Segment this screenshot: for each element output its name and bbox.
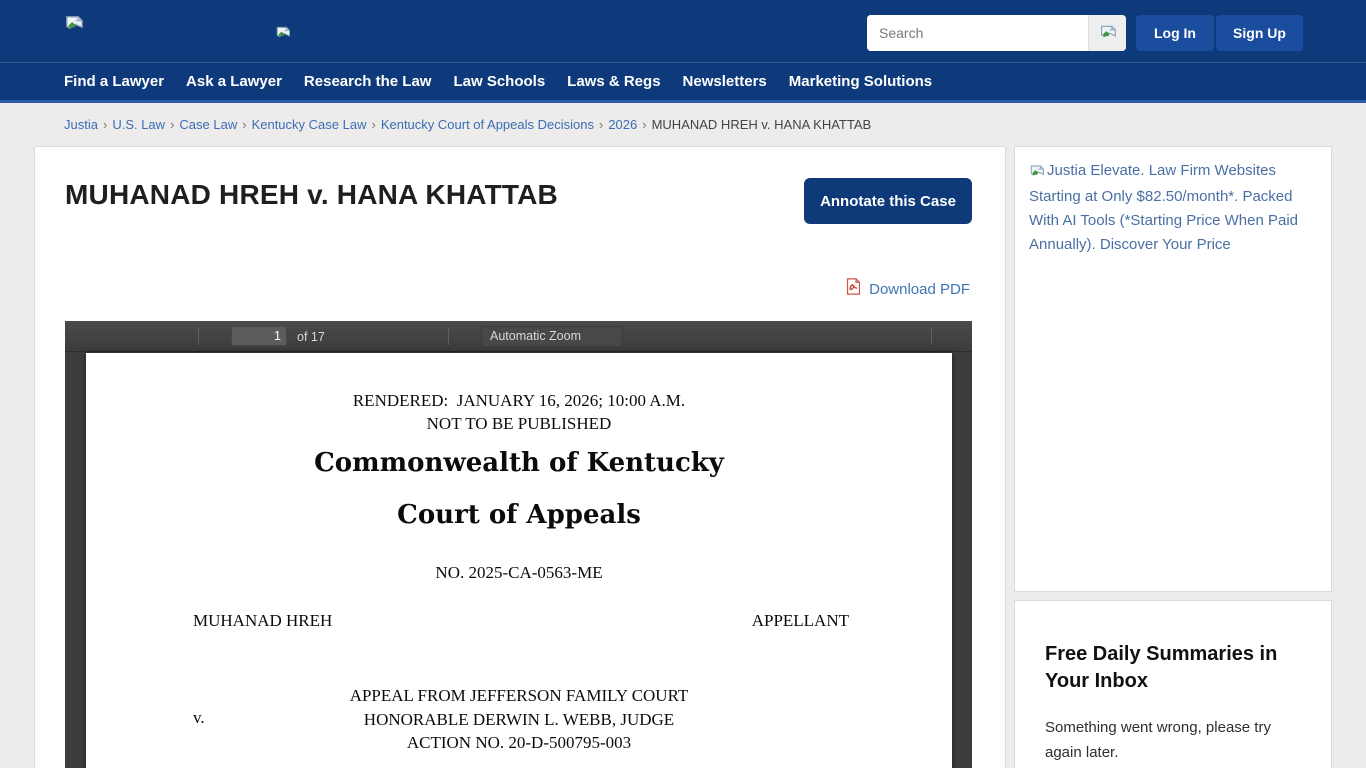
breadcrumb-separator: ›	[237, 117, 251, 132]
sidebar-ad[interactable]: Justia Elevate. Law Firm Websites Starti…	[1014, 146, 1332, 592]
breadcrumb-current-case: MUHANAD HREH v. HANA KHATTAB	[652, 117, 872, 132]
doc-not-published-line: NOT TO BE PUBLISHED	[86, 412, 952, 435]
pdf-viewer: of 17 Automatic Zoom RENDERED: JANUARY 1…	[65, 321, 972, 768]
site-header: Log In Sign Up Find a Lawyer Ask a Lawye…	[0, 0, 1366, 103]
ad-alt-text-label: Justia Elevate. Law Firm Websites Starti…	[1029, 162, 1298, 253]
doc-rendered-line: RENDERED: JANUARY 16, 2026; 10:00 A.M.	[86, 389, 952, 412]
breadcrumb-separator: ›	[165, 117, 179, 132]
nav-item-research-the-law[interactable]: Research the Law	[304, 73, 432, 90]
breadcrumb-link-court-of-appeals-decisions[interactable]: Kentucky Court of Appeals Decisions	[381, 117, 594, 132]
newsletter-signup-box: Free Daily Summaries in Your Inbox Somet…	[1014, 600, 1332, 768]
breadcrumb-link-us-law[interactable]: U.S. Law	[112, 117, 165, 132]
download-pdf-link[interactable]: Download PDF	[845, 277, 970, 301]
newsletter-title: Free Daily Summaries in Your Inbox	[1045, 641, 1301, 695]
secondary-logo-broken-image-icon	[275, 25, 291, 44]
doc-appeal-line: ACTION NO. 20-D-500795-003	[86, 731, 952, 755]
ad-alt-text[interactable]: Justia Elevate. Law Firm Websites Starti…	[1029, 159, 1317, 257]
breadcrumb-separator: ›	[366, 117, 380, 132]
pdf-toolbar: of 17 Automatic Zoom	[65, 321, 972, 352]
doc-versus: v.	[193, 708, 205, 728]
ad-broken-image-icon	[1029, 161, 1045, 185]
newsletter-error-message: Something went wrong, please try again l…	[1045, 715, 1301, 765]
nav-item-marketing-solutions[interactable]: Marketing Solutions	[789, 73, 932, 90]
breadcrumb-link-case-law[interactable]: Case Law	[179, 117, 237, 132]
nav-item-find-a-lawyer[interactable]: Find a Lawyer	[64, 73, 164, 90]
case-content-card: MUHANAD HREH v. HANA KHATTAB Annotate th…	[34, 146, 1006, 768]
doc-parties-row: MUHANAD HREH APPELLANT	[86, 611, 952, 631]
doc-commonwealth-heading: Commonwealth of Kentucky	[86, 448, 952, 478]
annotate-case-button[interactable]: Annotate this Case	[804, 178, 972, 224]
breadcrumb-link-kentucky-case-law[interactable]: Kentucky Case Law	[252, 117, 367, 132]
breadcrumb-separator: ›	[637, 117, 651, 132]
nav-item-newsletters[interactable]: Newsletters	[683, 73, 767, 90]
toolbar-separator	[448, 328, 449, 345]
search-input[interactable]	[867, 15, 1088, 51]
breadcrumb: Justia›U.S. Law›Case Law›Kentucky Case L…	[64, 117, 871, 132]
pdf-file-icon	[845, 277, 862, 301]
signup-button[interactable]: Sign Up	[1216, 15, 1303, 51]
doc-appeal-block: v. APPEAL FROM JEFFERSON FAMILY COURT HO…	[86, 684, 952, 755]
justia-logo-broken-image-icon[interactable]	[64, 14, 84, 36]
nav-item-law-schools[interactable]: Law Schools	[453, 73, 545, 90]
pdf-zoom-select[interactable]: Automatic Zoom	[481, 326, 623, 347]
breadcrumb-separator: ›	[594, 117, 608, 132]
doc-appellant-name: MUHANAD HREH	[193, 611, 332, 631]
doc-appeal-line: HONORABLE DERWIN L. WEBB, JUDGE	[86, 708, 952, 732]
pdf-page-number-input[interactable]	[231, 326, 287, 346]
toolbar-separator	[198, 328, 199, 345]
toolbar-separator	[931, 328, 932, 345]
doc-court-of-appeals-heading: Court of Appeals	[86, 500, 952, 530]
search-bar	[867, 15, 1126, 51]
main-nav: Find a Lawyer Ask a Lawyer Research the …	[0, 62, 1366, 100]
breadcrumb-link-justia[interactable]: Justia	[64, 117, 98, 132]
nav-item-laws-and-regs[interactable]: Laws & Regs	[567, 73, 660, 90]
login-button[interactable]: Log In	[1136, 15, 1214, 51]
breadcrumb-separator: ›	[98, 117, 112, 132]
doc-appellant-label: APPELLANT	[752, 611, 849, 631]
nav-item-ask-a-lawyer[interactable]: Ask a Lawyer	[186, 73, 282, 90]
doc-appeal-line: APPEAL FROM JEFFERSON FAMILY COURT	[86, 684, 952, 708]
download-pdf-label: Download PDF	[869, 281, 970, 298]
search-broken-image-icon	[1099, 24, 1117, 42]
doc-case-number: NO. 2025-CA-0563-ME	[86, 561, 952, 584]
pdf-page-1: RENDERED: JANUARY 16, 2026; 10:00 A.M. N…	[86, 353, 952, 768]
search-button[interactable]	[1088, 15, 1126, 51]
pdf-page-count-label: of 17	[297, 330, 325, 344]
page-title: MUHANAD HREH v. HANA KHATTAB	[65, 179, 558, 211]
breadcrumb-link-2026[interactable]: 2026	[608, 117, 637, 132]
